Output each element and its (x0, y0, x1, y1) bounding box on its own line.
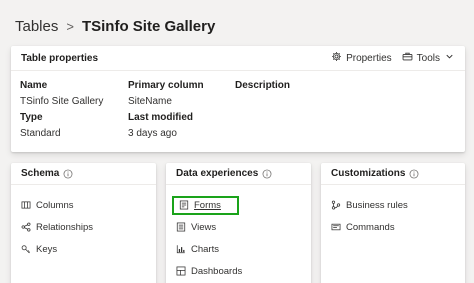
data-experiences-item-charts[interactable]: Charts (166, 238, 311, 260)
table-properties-title: Table properties (21, 52, 99, 64)
properties-label: Properties (346, 52, 392, 64)
schema-card: Schema Columns Relationships Keys (11, 163, 156, 283)
forms-link[interactable]: Forms (194, 200, 221, 211)
name-value: TSinfo Site Gallery (20, 96, 104, 107)
chart-icon (176, 245, 185, 254)
table-properties-header: Table properties Properties Tools (11, 46, 465, 71)
schema-header: Schema (11, 163, 156, 185)
relationships-icon (21, 222, 31, 232)
views-icon (176, 222, 186, 232)
schema-title: Schema (21, 168, 60, 179)
customizations-list: Business rules Commands (321, 185, 465, 238)
customizations-title: Customizations (331, 168, 406, 179)
commands-icon (331, 223, 341, 231)
data-experiences-item-dashboards[interactable]: Dashboards (166, 260, 311, 282)
primary-column-value: SiteName (128, 96, 172, 107)
form-icon (179, 200, 189, 210)
toolbox-icon (402, 51, 413, 65)
breadcrumb-separator: > (66, 18, 74, 34)
tools-label: Tools (416, 52, 440, 64)
schema-item-columns[interactable]: Columns (11, 194, 156, 216)
primary-column-label: Primary column (128, 80, 204, 91)
data-experiences-item-label: Charts (191, 243, 219, 255)
breadcrumb-tables-link[interactable]: Tables (15, 18, 58, 35)
customizations-item-label: Business rules (346, 199, 408, 211)
table-properties-card: Table properties Properties Tools Name P… (11, 46, 465, 152)
customizations-item-label: Commands (346, 221, 395, 233)
customizations-card: Customizations Business rules Commands (321, 163, 465, 283)
gear-icon (331, 51, 342, 65)
data-experiences-list: Forms Views Charts Dashboards (166, 185, 311, 282)
last-modified-value: 3 days ago (128, 128, 177, 139)
data-experiences-item-label: Dashboards (191, 265, 243, 277)
schema-list: Columns Relationships Keys (11, 185, 156, 260)
data-experiences-title: Data experiences (176, 168, 259, 179)
schema-item-label: Relationships (36, 221, 94, 233)
info-icon[interactable] (262, 169, 272, 179)
breadcrumb: Tables > TSinfo Site Gallery (15, 14, 215, 38)
info-icon[interactable] (409, 169, 419, 179)
type-value: Standard (20, 128, 61, 139)
page-title: TSinfo Site Gallery (81, 17, 216, 35)
data-experiences-item-label: Views (191, 221, 217, 233)
info-icon[interactable] (63, 169, 73, 179)
table-properties-actions: Properties Tools (331, 51, 455, 65)
customizations-header: Customizations (321, 163, 465, 185)
name-label: Name (20, 80, 48, 91)
chevron-down-icon (444, 51, 455, 65)
data-experiences-item-views[interactable]: Views (166, 216, 311, 238)
dashboard-icon (176, 266, 186, 276)
schema-item-relationships[interactable]: Relationships (11, 216, 156, 238)
schema-item-keys[interactable]: Keys (11, 238, 156, 260)
columns-icon (21, 201, 31, 209)
schema-item-label: Keys (36, 243, 58, 255)
data-experiences-card: Data experiences Forms Views Charts Dash… (166, 163, 311, 283)
schema-item-label: Columns (36, 199, 74, 211)
customizations-item-commands[interactable]: Commands (321, 216, 465, 238)
key-icon (21, 245, 30, 254)
tools-button[interactable]: Tools (402, 51, 455, 65)
type-label: Type (20, 112, 43, 123)
customizations-item-business-rules[interactable]: Business rules (321, 194, 465, 216)
properties-button[interactable]: Properties (331, 51, 392, 65)
business-rules-icon (331, 200, 341, 210)
last-modified-label: Last modified (128, 112, 194, 123)
data-experiences-header: Data experiences (166, 163, 311, 185)
description-label: Description (235, 80, 291, 91)
data-experiences-item-forms[interactable]: Forms (166, 194, 311, 216)
forms-highlight[interactable]: Forms (172, 195, 239, 215)
